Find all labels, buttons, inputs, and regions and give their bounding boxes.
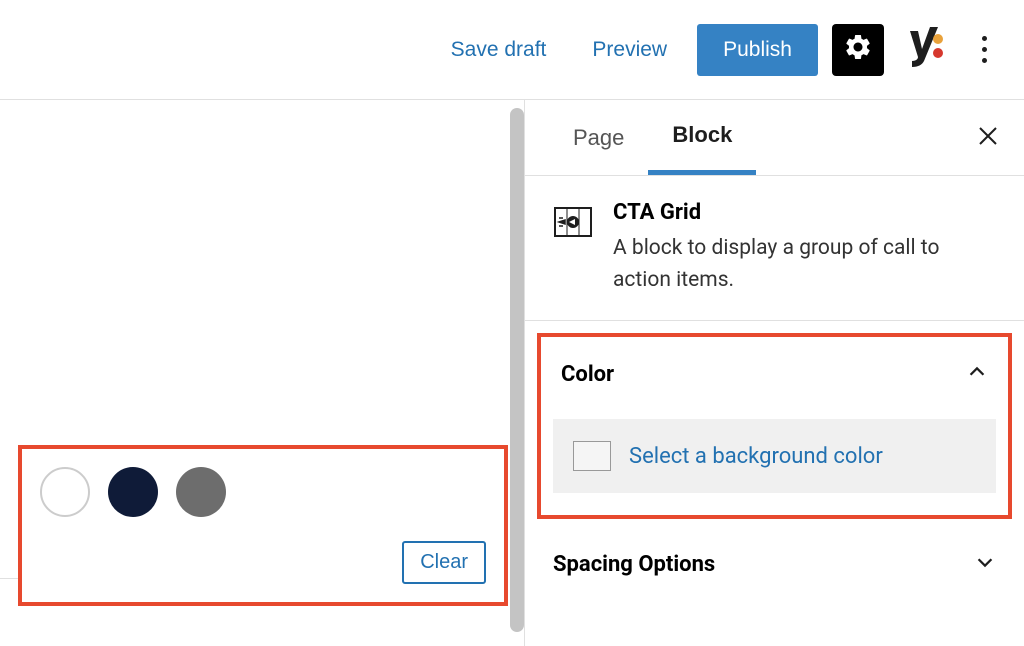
preview-button[interactable]: Preview (576, 26, 683, 74)
close-icon (976, 133, 1000, 152)
spacing-panel: Spacing Options (537, 531, 1012, 597)
tab-page[interactable]: Page (549, 103, 648, 173)
color-picker-popover: Clear (18, 445, 508, 606)
block-description: A block to display a group of call to ac… (613, 233, 996, 296)
chevron-down-icon (974, 551, 996, 577)
color-panel-title: Color (561, 362, 614, 387)
settings-sidebar: Page Block CTA Gri (524, 100, 1024, 646)
close-sidebar-button[interactable] (976, 124, 1000, 152)
background-color-selector[interactable]: Select a background color (553, 419, 996, 493)
spacing-panel-toggle[interactable]: Spacing Options (537, 531, 1012, 597)
swatch-navy[interactable] (108, 467, 158, 517)
chevron-up-icon (966, 361, 988, 387)
sidebar-tabs: Page Block (525, 100, 1024, 176)
yoast-icon (902, 25, 946, 75)
more-vertical-icon (982, 36, 987, 63)
more-options-button[interactable] (964, 24, 1004, 76)
swatch-gray[interactable] (176, 467, 226, 517)
spacing-panel-title: Spacing Options (553, 552, 715, 577)
scrollbar[interactable] (510, 108, 524, 632)
editor-toolbar: Save draft Preview Publish (0, 0, 1024, 100)
empty-swatch-icon (573, 441, 611, 471)
cta-grid-icon (553, 202, 593, 242)
block-title: CTA Grid (613, 200, 996, 225)
publish-button[interactable]: Publish (697, 24, 818, 76)
block-info: CTA Grid A block to display a group of c… (525, 176, 1024, 321)
save-draft-button[interactable]: Save draft (435, 26, 563, 74)
color-panel: Color Select a background color (537, 333, 1012, 519)
divider (0, 578, 18, 579)
settings-button[interactable] (832, 24, 884, 76)
color-panel-toggle[interactable]: Color (545, 341, 1004, 407)
swatch-white[interactable] (40, 467, 90, 517)
yoast-button[interactable] (898, 24, 950, 76)
select-bg-color-label: Select a background color (629, 444, 883, 469)
clear-color-button[interactable]: Clear (402, 541, 486, 584)
color-swatches (40, 467, 486, 517)
tab-block[interactable]: Block (648, 100, 756, 175)
gear-icon (843, 32, 873, 68)
